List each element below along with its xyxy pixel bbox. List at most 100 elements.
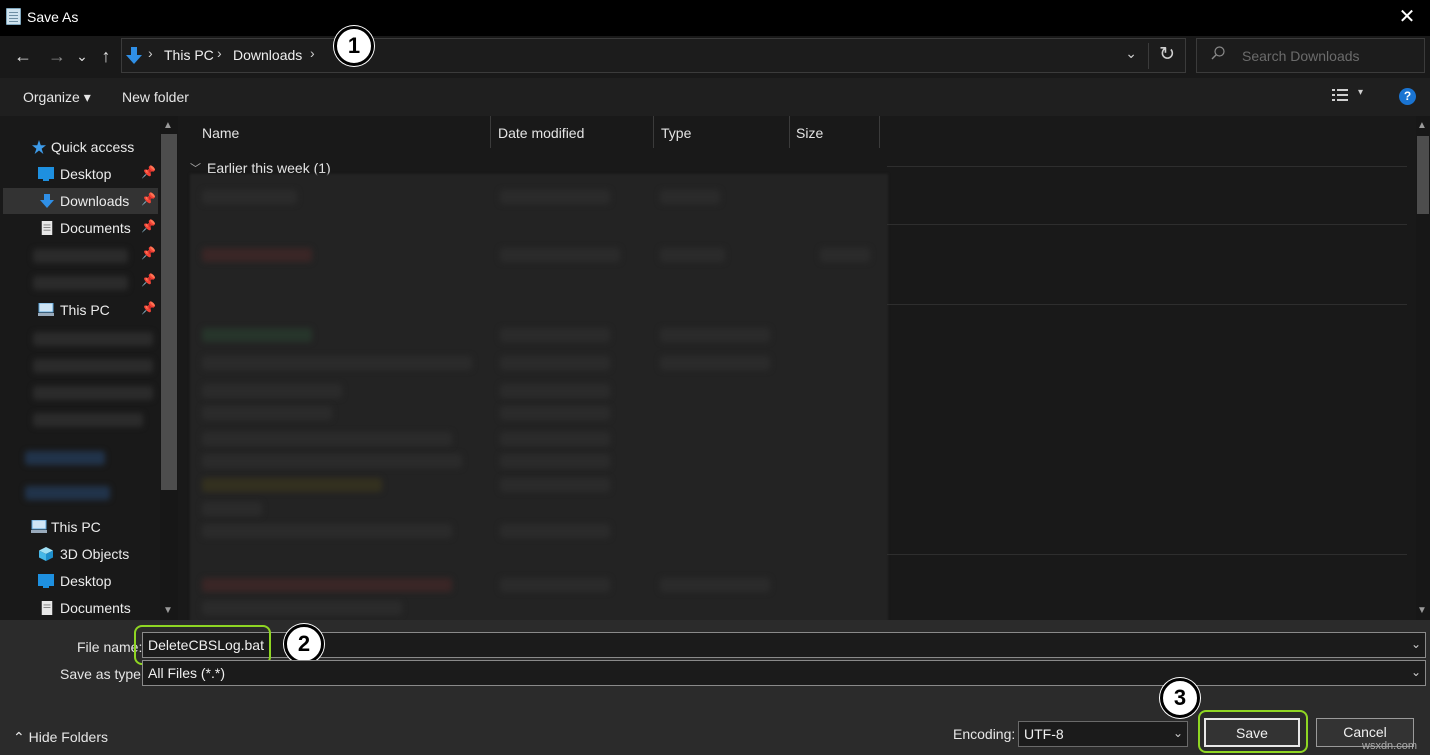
- breadcrumb-downloads[interactable]: Downloads: [233, 47, 302, 63]
- sidebar-item-label: 3D Objects: [60, 546, 130, 562]
- sidebar-item-blurred[interactable]: 📌: [3, 242, 158, 268]
- computer-icon: [31, 520, 47, 533]
- blurred-item: [25, 486, 110, 500]
- blurred-item: [660, 190, 720, 204]
- encoding-select[interactable]: UTF-8 ⌄: [1018, 721, 1188, 747]
- pin-icon: 📌: [141, 165, 156, 179]
- blurred-item: [500, 478, 610, 492]
- blurred-item: [500, 406, 610, 420]
- search-icon: [1211, 46, 1225, 60]
- sidebar-item-quick-access[interactable]: Quick access: [3, 134, 158, 160]
- desktop-icon: [38, 574, 54, 588]
- step-marker-3: 3: [1160, 678, 1200, 718]
- chevron-down-icon: ⌄: [1410, 665, 1421, 679]
- column-header-date-modified[interactable]: Date modified: [491, 116, 653, 148]
- download-icon: [126, 47, 142, 64]
- blurred-item: [33, 413, 143, 427]
- step-marker-1: 1: [334, 26, 374, 66]
- back-button[interactable]: ←: [12, 44, 34, 68]
- sidebar-item-label: This PC: [51, 519, 101, 535]
- pin-icon: 📌: [141, 192, 156, 206]
- blurred-item: [25, 451, 105, 465]
- pin-icon: 📌: [141, 301, 156, 315]
- address-bar[interactable]: › This PC › Downloads › ⌄ ↻: [121, 38, 1186, 73]
- blurred-item: [202, 502, 262, 516]
- address-dropdown-button[interactable]: ⌄: [1125, 45, 1137, 62]
- sidebar-item-label: Quick access: [51, 139, 135, 155]
- blurred-item: [202, 356, 472, 370]
- scroll-up-icon[interactable]: ▲: [1417, 120, 1427, 131]
- file-name-dropdown-icon[interactable]: ⌄: [1411, 637, 1421, 651]
- blurred-item: [660, 248, 725, 262]
- save-as-type-label: Save as type:: [60, 666, 145, 682]
- blurred-item: [660, 578, 770, 592]
- view-dropdown-button[interactable]: ▾: [1358, 87, 1363, 98]
- file-name-field[interactable]: DeleteCBSLog.bat ⌄: [142, 632, 1426, 658]
- scroll-down-icon[interactable]: ▼: [1417, 605, 1427, 616]
- sidebar-item-label: Desktop: [60, 573, 112, 589]
- forward-button[interactable]: →: [46, 44, 68, 68]
- blurred-item: [202, 578, 452, 592]
- column-header-name[interactable]: Name: [180, 116, 490, 148]
- search-box[interactable]: Search Downloads: [1196, 38, 1425, 73]
- download-icon: [40, 194, 54, 208]
- documents-icon: [41, 601, 53, 615]
- star-icon: [32, 140, 46, 154]
- column-header-type[interactable]: Type: [654, 116, 789, 148]
- sidebar-item-documents[interactable]: Documents 📌: [3, 215, 158, 241]
- blurred-item: [202, 190, 297, 204]
- column-header-size[interactable]: Size: [790, 116, 879, 148]
- breadcrumb-this-pc[interactable]: This PC: [164, 47, 214, 63]
- scrollbar-thumb[interactable]: [161, 134, 177, 490]
- blurred-item: [202, 384, 342, 398]
- up-button[interactable]: ↑: [96, 44, 116, 68]
- organize-button[interactable]: Organize ▾: [23, 89, 91, 106]
- view-options-icon[interactable]: [1332, 88, 1350, 104]
- sidebar-item-this-pc-pinned[interactable]: This PC 📌: [3, 297, 158, 323]
- blurred-item: [820, 248, 870, 262]
- pin-icon: 📌: [141, 273, 156, 287]
- hide-folders-button[interactable]: ⌃ Hide Folders: [13, 729, 108, 746]
- sidebar-item-documents-pc[interactable]: Documents: [3, 595, 158, 620]
- row-separator: [887, 554, 1407, 555]
- computer-icon: [38, 303, 54, 316]
- blurred-item: [500, 190, 610, 204]
- sidebar-item-downloads[interactable]: Downloads 📌: [3, 188, 158, 214]
- blurred-item: [660, 328, 770, 342]
- scroll-up-icon[interactable]: ▲: [163, 120, 173, 131]
- sidebar-item-3d-objects[interactable]: 3D Objects: [3, 541, 158, 567]
- sidebar-item-label: Desktop: [60, 166, 112, 182]
- sidebar-item-desktop[interactable]: Desktop 📌: [3, 161, 158, 187]
- navigation-scrollbar[interactable]: ▲ ▼: [160, 116, 178, 620]
- scrollbar-thumb[interactable]: [1417, 136, 1429, 214]
- blurred-item: [202, 454, 462, 468]
- breadcrumb-separator[interactable]: ›: [148, 45, 153, 61]
- save-as-type-select[interactable]: All Files (*.*) ⌄: [142, 660, 1426, 686]
- row-separator: [887, 304, 1407, 305]
- scroll-down-icon[interactable]: ▼: [163, 605, 173, 616]
- recent-locations-button[interactable]: ⌄: [74, 44, 90, 68]
- column-header-label: Size: [796, 125, 824, 141]
- breadcrumb-separator[interactable]: ›: [217, 45, 222, 61]
- save-options-panel: File name: DeleteCBSLog.bat ⌄ 2 Save as …: [0, 620, 1430, 755]
- sidebar-item-this-pc[interactable]: This PC: [3, 514, 158, 540]
- breadcrumb-separator[interactable]: ›: [310, 45, 315, 61]
- file-list: Name Date modified Type Size ﹀ Earlier t…: [180, 116, 1416, 620]
- refresh-button[interactable]: ↻: [1159, 43, 1175, 66]
- blurred-item: [33, 359, 153, 373]
- encoding-value: UTF-8: [1024, 726, 1064, 742]
- save-button[interactable]: Save: [1204, 718, 1300, 747]
- sidebar-item-blurred[interactable]: 📌: [3, 269, 158, 295]
- blurred-item: [500, 384, 610, 398]
- help-button[interactable]: ?: [1399, 88, 1416, 105]
- sidebar-item-desktop-pc[interactable]: Desktop: [3, 568, 158, 594]
- column-header-label: Date modified: [498, 125, 585, 141]
- cube-icon: [39, 547, 53, 561]
- file-list-scrollbar[interactable]: ▲ ▼: [1416, 116, 1430, 620]
- new-folder-button[interactable]: New folder: [122, 89, 189, 105]
- blurred-item: [500, 454, 610, 468]
- close-button[interactable]: ✕: [1384, 0, 1430, 36]
- column-divider[interactable]: [879, 116, 880, 148]
- pin-icon: 📌: [141, 219, 156, 233]
- blurred-item: [500, 432, 610, 446]
